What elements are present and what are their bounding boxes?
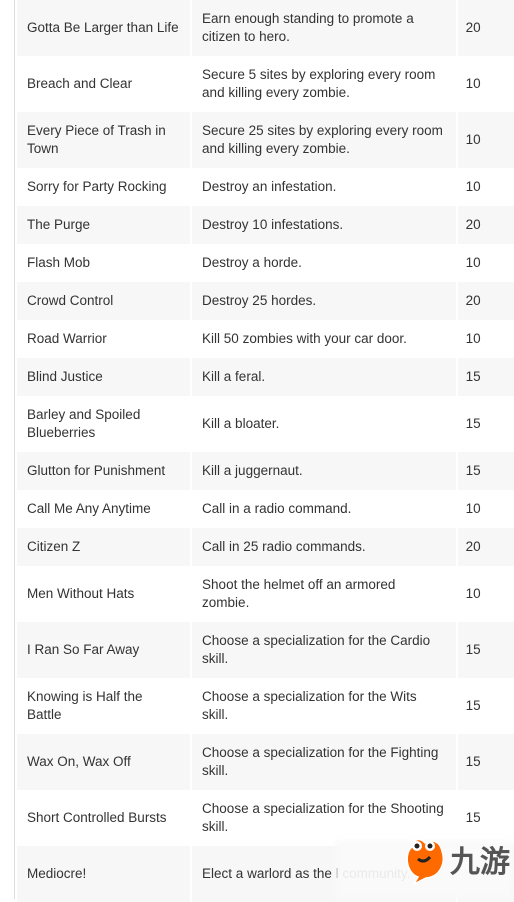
achievement-name: Gotta Be Larger than Life xyxy=(17,0,191,56)
achievement-name: Road Warrior xyxy=(17,320,191,358)
achievement-name: Breach and Clear xyxy=(17,56,191,112)
achievement-points: 15 xyxy=(457,358,514,396)
achievements-table: Gotta Be Larger than Life Earn enough sta… xyxy=(15,0,514,902)
achievement-name: The Purge xyxy=(17,206,191,244)
table-row: Sorry for Party Rocking Destroy an infest… xyxy=(17,168,514,206)
achievement-points: 15 xyxy=(457,396,514,452)
achievement-name: Flash Mob xyxy=(17,244,191,282)
achievement-name: I Ran So Far Away xyxy=(17,622,191,678)
achievement-description: Kill a bloater. xyxy=(192,396,456,452)
achievement-name: Wax On, Wax Off xyxy=(17,734,191,790)
watermark-logo: 九游 xyxy=(404,833,510,885)
table-row: Wax On, Wax Off Choose a specialization f… xyxy=(17,734,514,790)
achievement-description: Destroy 10 infestations. xyxy=(192,206,456,244)
achievement-description: Kill 50 zombies with your car door. xyxy=(192,320,456,358)
achievement-description: Earn enough standing to promote a citize… xyxy=(192,0,456,56)
achievement-description: Choose a specialization for the Wits ski… xyxy=(192,678,456,734)
achievement-description: Destroy a horde. xyxy=(192,244,456,282)
table-row: Flash Mob Destroy a horde. 10 xyxy=(17,244,514,282)
achievement-name: Glutton for Punishment xyxy=(17,452,191,490)
achievement-description: Kill a juggernaut. xyxy=(192,452,456,490)
achievement-points: 20 xyxy=(457,528,514,566)
achievement-name: Men Without Hats xyxy=(17,566,191,622)
table-row: Breach and Clear Secure 5 sites by explor… xyxy=(17,56,514,112)
achievement-name: Blind Justice xyxy=(17,358,191,396)
achievement-points: 15 xyxy=(457,734,514,790)
achievement-points: 15 xyxy=(457,622,514,678)
table-row: Knowing is Half the Battle Choose a speci… xyxy=(17,678,514,734)
achievement-description: Shoot the helmet off an armored zombie. xyxy=(192,566,456,622)
achievement-description: Call in 25 radio commands. xyxy=(192,528,456,566)
achievement-name: Sorry for Party Rocking xyxy=(17,168,191,206)
table-row: Road Warrior Kill 50 zombies with your ca… xyxy=(17,320,514,358)
achievement-points: 20 xyxy=(457,206,514,244)
achievement-points: 15 xyxy=(457,452,514,490)
achievement-name: Short Controlled Bursts xyxy=(17,790,191,846)
achievement-name: Citizen Z xyxy=(17,528,191,566)
achievement-points: 20 xyxy=(457,282,514,320)
achievement-description: Destroy an infestation. xyxy=(192,168,456,206)
achievement-name: Barley and Spoiled Blueberries xyxy=(17,396,191,452)
achievement-name: Mediocre! xyxy=(17,846,191,902)
achievement-name: Every Piece of Trash in Town xyxy=(17,112,191,168)
achievement-description: Choose a specialization for the Fighting… xyxy=(192,734,456,790)
table-row: Men Without Hats Shoot the helmet off an … xyxy=(17,566,514,622)
achievement-description: Secure 5 sites by exploring every room a… xyxy=(192,56,456,112)
achievement-description: Choose a specialization for the Cardio s… xyxy=(192,622,456,678)
achievement-points: 10 xyxy=(457,56,514,112)
table-row: Blind Justice Kill a feral. 15 xyxy=(17,358,514,396)
achievement-description: Secure 25 sites by exploring every room … xyxy=(192,112,456,168)
achievement-name: Knowing is Half the Battle xyxy=(17,678,191,734)
table-row: I Ran So Far Away Choose a specialization… xyxy=(17,622,514,678)
table-row: Gotta Be Larger than Life Earn enough sta… xyxy=(17,0,514,56)
table-row: Glutton for Punishment Kill a juggernaut.… xyxy=(17,452,514,490)
table-row: Call Me Any Anytime Call in a radio comma… xyxy=(17,490,514,528)
watermark-text: 九游 xyxy=(450,846,510,879)
achievement-points: 10 xyxy=(457,320,514,358)
table-row: The Purge Destroy 10 infestations. 20 xyxy=(17,206,514,244)
table-row: Every Piece of Trash in Town Secure 25 si… xyxy=(17,112,514,168)
mascot-icon xyxy=(406,838,444,885)
achievement-points: 20 xyxy=(457,0,514,56)
table-row: Barley and Spoiled Blueberries Kill a blo… xyxy=(17,396,514,452)
achievement-points: 10 xyxy=(457,168,514,206)
achievement-description: Call in a radio command. xyxy=(192,490,456,528)
table-row: Citizen Z Call in 25 radio commands. 20 xyxy=(17,528,514,566)
achievement-name: Call Me Any Anytime xyxy=(17,490,191,528)
table-row: Crowd Control Destroy 25 hordes. 20 xyxy=(17,282,514,320)
achievement-points: 10 xyxy=(457,566,514,622)
achievement-points: 10 xyxy=(457,112,514,168)
achievement-points: 10 xyxy=(457,244,514,282)
achievement-name: Crowd Control xyxy=(17,282,191,320)
achievement-points: 10 xyxy=(457,490,514,528)
achievement-points: 15 xyxy=(457,678,514,734)
achievement-description: Kill a feral. xyxy=(192,358,456,396)
achievement-description: Destroy 25 hordes. xyxy=(192,282,456,320)
